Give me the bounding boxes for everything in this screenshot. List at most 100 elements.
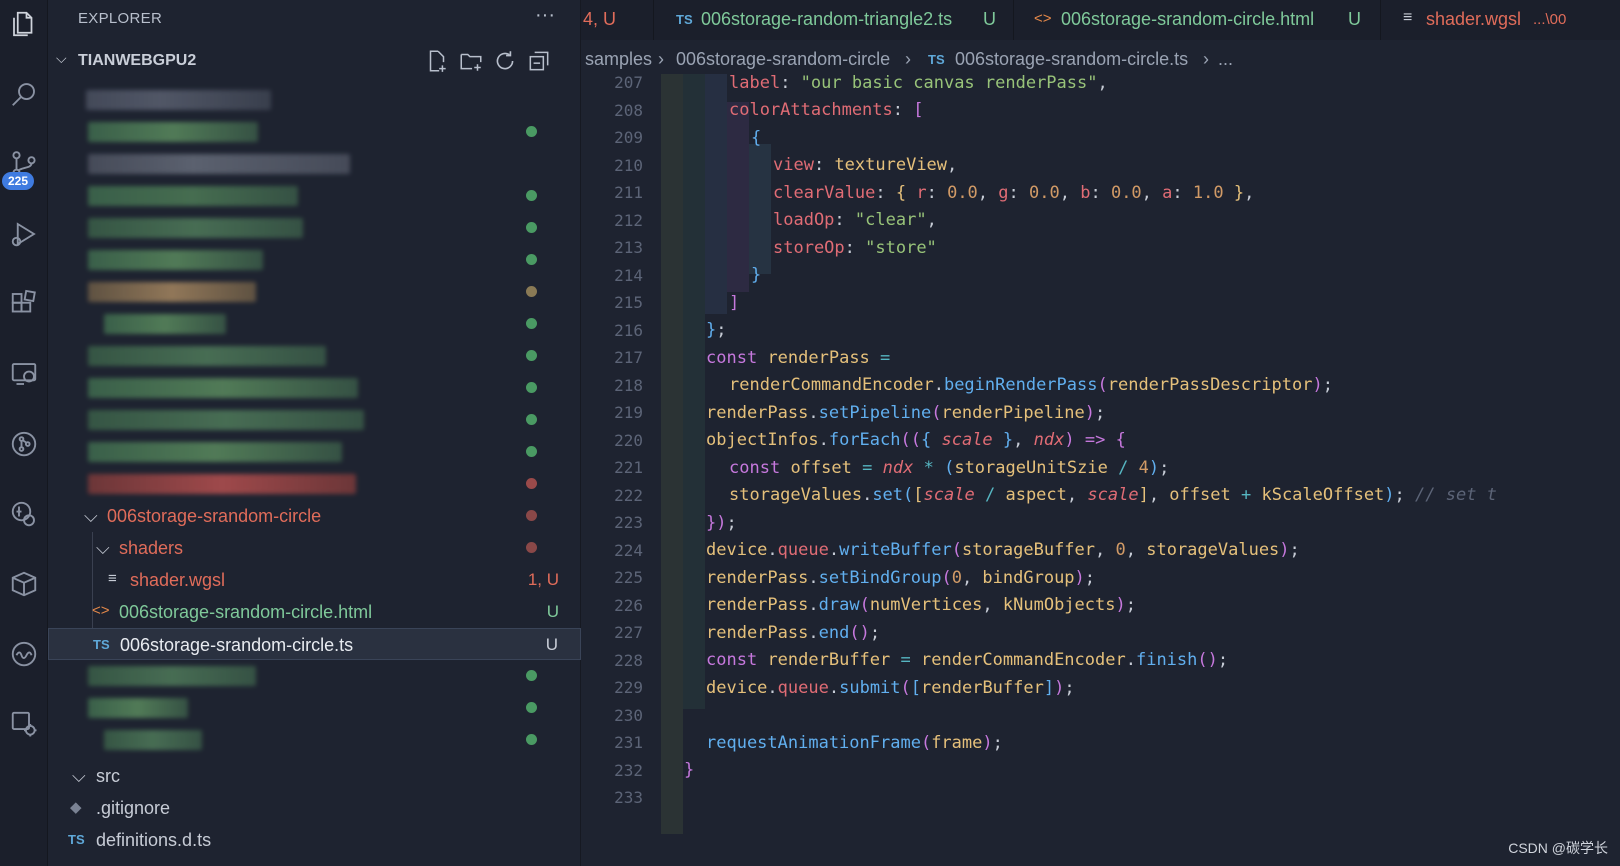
line-number: 217 xyxy=(614,348,643,367)
blurred-entry[interactable] xyxy=(104,730,202,750)
new-file-icon[interactable] xyxy=(424,48,450,74)
blurred-entry[interactable] xyxy=(88,698,188,718)
indent-band xyxy=(661,74,683,834)
line-number: 229 xyxy=(614,678,643,697)
blurred-entry[interactable] xyxy=(88,474,356,494)
chevron-right-icon: › xyxy=(658,49,664,69)
tree-file-defs[interactable]: TS definitions.d.ts xyxy=(48,824,581,856)
tab-status: U xyxy=(1348,9,1361,29)
line-number: 233 xyxy=(614,788,643,807)
code-line: { xyxy=(751,128,762,148)
line-number: 222 xyxy=(614,485,643,505)
tree-folder-circle[interactable]: ⌵ 006storage-srandom-circle xyxy=(48,500,581,532)
tree-file-ts[interactable]: TS 006storage-srandom-circle.ts U xyxy=(48,628,581,660)
blurred-entry[interactable] xyxy=(88,282,256,302)
ts-file-icon: TS xyxy=(676,12,693,27)
breadcrumb-item[interactable]: samples xyxy=(585,49,652,70)
blurred-entry[interactable] xyxy=(86,90,271,110)
tab-previous[interactable]: 4, U xyxy=(581,0,654,40)
status-dot xyxy=(526,510,537,521)
tree-folder-shaders[interactable]: ⌵ shaders xyxy=(48,532,581,564)
ts-file-icon: TS xyxy=(928,52,945,67)
folder-label: shaders xyxy=(119,538,184,558)
code-line: device.queue.submit([renderBuffer]); xyxy=(706,678,1075,698)
more-actions-icon[interactable]: ··· xyxy=(535,4,555,27)
tab-status: ...\00 xyxy=(1533,11,1567,28)
collapse-all-icon[interactable] xyxy=(526,48,552,74)
folder-label: 006storage-srandom-circle xyxy=(107,506,322,526)
settings-sync-icon[interactable] xyxy=(0,700,48,748)
code-line: renderPass.setBindGroup(0, bindGroup); xyxy=(706,568,1096,588)
file-label: .gitignore xyxy=(96,798,171,818)
status-dot xyxy=(526,382,537,393)
project-row[interactable]: ⌵ TIANWEBGPU2 xyxy=(48,46,581,76)
blurred-entry[interactable] xyxy=(88,154,350,174)
code-line: objectInfos.forEach(({ scale }, ndx) => … xyxy=(706,430,1126,450)
tab-triangle2-ts[interactable]: TS 006storage-random-triangle2.ts U xyxy=(654,0,1014,40)
tree-file-html[interactable]: <> 006storage-srandom-circle.html U xyxy=(48,596,581,628)
blurred-entry[interactable] xyxy=(88,122,258,142)
indent-band xyxy=(705,74,727,314)
status-dot xyxy=(526,222,537,233)
file-label: 006storage-srandom-circle.html xyxy=(119,602,373,622)
blurred-entry[interactable] xyxy=(88,378,358,398)
blurred-entry[interactable] xyxy=(104,314,226,334)
line-number: 213 xyxy=(614,238,643,257)
blurred-entry[interactable] xyxy=(88,218,303,238)
blurred-entry[interactable] xyxy=(88,346,326,366)
breadcrumb-item[interactable]: 006storage-srandom-circle.ts xyxy=(955,49,1188,70)
status-dot xyxy=(526,734,537,745)
line-number: 230 xyxy=(614,705,643,725)
blurred-entry[interactable] xyxy=(88,410,364,430)
code-line: label: "our basic canvas renderPass", xyxy=(729,74,1108,93)
status-dot xyxy=(526,190,537,201)
blurred-entry[interactable] xyxy=(88,186,298,206)
git-graph-icon[interactable] xyxy=(0,420,48,468)
folder-label: src xyxy=(96,766,120,786)
tab-shader-wgsl[interactable]: ≡ shader.wgsl ...\00 xyxy=(1381,0,1620,40)
line-number: 228 xyxy=(614,650,643,670)
blurred-entry[interactable] xyxy=(88,666,256,686)
tab-circle-html[interactable]: <> 006storage-srandom-circle.html U xyxy=(1014,0,1381,40)
activity-bar: 225 xyxy=(0,0,48,866)
breadcrumb-item[interactable]: ... xyxy=(1218,49,1233,70)
run-debug-icon[interactable] xyxy=(0,210,48,258)
code-line: }); xyxy=(706,513,737,533)
test-debug-icon[interactable] xyxy=(0,490,48,538)
code-line: const offset = ndx * (storageUnitSzie / … xyxy=(729,458,1170,478)
tree-file-gitignore[interactable]: ◆ .gitignore xyxy=(48,792,581,824)
new-folder-icon[interactable] xyxy=(458,48,484,74)
line-number: 232 xyxy=(614,760,643,780)
status-dot xyxy=(526,126,537,137)
wgsl-file-icon: ≡ xyxy=(108,570,117,587)
code-editor[interactable]: 207 208 209 210 211 212 213 214 215 216 217 218 219 2… xyxy=(581,74,1620,866)
ts-file-icon: TS xyxy=(68,832,85,847)
refresh-icon[interactable] xyxy=(492,48,518,74)
status-dot xyxy=(526,446,537,457)
code-line: const renderPass = xyxy=(706,348,891,368)
explorer-icon[interactable] xyxy=(0,0,48,48)
indent-band xyxy=(727,102,749,292)
file-status: 1, U xyxy=(527,570,559,589)
blurred-entry[interactable] xyxy=(88,250,263,270)
breadcrumb-item[interactable]: 006storage-srandom-circle xyxy=(676,49,890,70)
code-line: loadOp: "clear", xyxy=(773,210,937,230)
code-line: renderPass.end(); xyxy=(706,623,881,643)
wave-icon[interactable] xyxy=(0,630,48,678)
explorer-sidebar: EXPLORER ··· ⌵ TIANWEBGPU2 ⌵ 006storage-… xyxy=(48,0,581,866)
file-status: U xyxy=(546,602,559,621)
extensions-icon[interactable] xyxy=(0,280,48,328)
code-line: clearValue: { r: 0.0, g: 0.0, b: 0.0, a:… xyxy=(773,183,1255,203)
tab-bar: 4, U TS 006storage-random-triangle2.ts U… xyxy=(581,0,1620,40)
tree-file-wgsl[interactable]: ≡ shader.wgsl 1, U xyxy=(48,564,581,596)
package-icon[interactable] xyxy=(0,560,48,608)
status-dot xyxy=(526,670,537,681)
line-number: 207 xyxy=(614,74,643,92)
search-icon[interactable] xyxy=(0,70,48,118)
line-number: 215 xyxy=(614,293,643,312)
blurred-entry[interactable] xyxy=(88,442,342,462)
tree-folder-src[interactable]: ⌵ src xyxy=(48,760,581,792)
status-dot xyxy=(526,286,537,297)
remote-explorer-icon[interactable] xyxy=(0,350,48,398)
line-number: 212 xyxy=(614,210,643,230)
